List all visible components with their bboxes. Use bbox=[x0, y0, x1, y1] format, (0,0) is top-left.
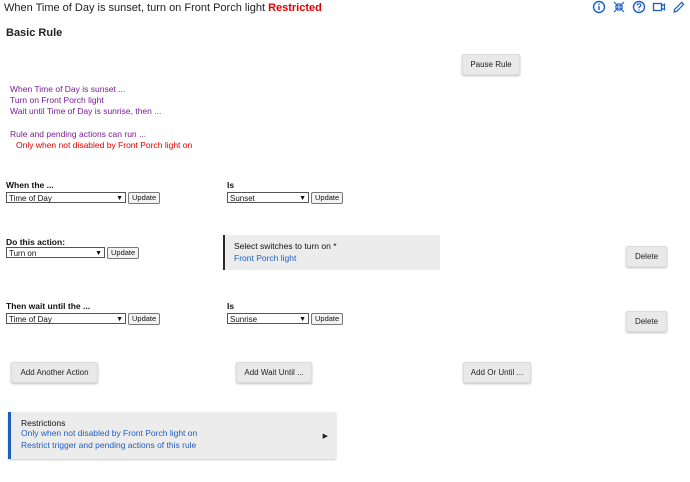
wait-is-value: Sunrise bbox=[230, 315, 258, 324]
add-or-until-button[interactable]: Add Or Until ... bbox=[463, 362, 531, 383]
wait-update-button[interactable]: Update bbox=[128, 313, 161, 325]
edit-icon[interactable] bbox=[672, 0, 686, 14]
wait-select[interactable]: Time of Day ▼ bbox=[6, 313, 126, 324]
restrictions-title: Restrictions bbox=[21, 418, 66, 428]
action-select[interactable]: Turn on ▼ bbox=[6, 247, 105, 258]
trigger-select-value: Time of Day bbox=[9, 194, 52, 203]
trigger-is-label: Is bbox=[227, 180, 235, 190]
video-icon[interactable] bbox=[652, 0, 666, 14]
delete-wait-button[interactable]: Delete bbox=[626, 311, 667, 332]
info-icon[interactable] bbox=[592, 0, 606, 14]
chevron-down-icon: ▼ bbox=[95, 250, 102, 257]
action-label: Do this action: bbox=[6, 237, 66, 247]
switch-selector-title: Select switches to turn on * bbox=[234, 241, 337, 251]
delete-action-button[interactable]: Delete bbox=[626, 246, 667, 267]
wait-is-update-button[interactable]: Update bbox=[311, 313, 344, 325]
chevron-down-icon: ▼ bbox=[116, 316, 123, 323]
pause-rule-button[interactable]: Pause Rule bbox=[462, 54, 520, 75]
restriction-line: Restrict trigger and pending actions of … bbox=[21, 439, 197, 450]
collapse-icon[interactable] bbox=[612, 0, 626, 14]
restrictions-panel[interactable]: Restrictions Only when not disabled by F… bbox=[8, 412, 336, 459]
trigger-is-value: Sunset bbox=[230, 194, 255, 203]
wait-label: Then wait until the ... bbox=[6, 301, 91, 311]
action-update-button[interactable]: Update bbox=[107, 247, 140, 259]
trigger-label: When the ... bbox=[6, 180, 54, 190]
summary-line: Rule and pending actions can run ... bbox=[10, 128, 147, 139]
add-wait-until-button[interactable]: Add Wait Until ... bbox=[236, 362, 312, 383]
chevron-down-icon: ▼ bbox=[299, 195, 306, 202]
wait-select-value: Time of Day bbox=[9, 315, 52, 324]
add-another-action-button[interactable]: Add Another Action bbox=[11, 362, 98, 383]
chevron-right-icon: ▶ bbox=[322, 433, 328, 440]
trigger-is-update-button[interactable]: Update bbox=[311, 192, 344, 204]
summary-restriction: Only when not disabled by Front Porch li… bbox=[16, 139, 193, 150]
summary-line: Wait until Time of Day is sunrise, then … bbox=[10, 106, 162, 117]
switch-selector[interactable]: Select switches to turn on * Front Porch… bbox=[223, 235, 440, 270]
toolbar-icons bbox=[592, 0, 686, 14]
rule-type-heading: Basic Rule bbox=[6, 27, 63, 39]
rule-title: When Time of Day is sunset, turn on Fron… bbox=[4, 2, 266, 14]
summary-line: When Time of Day is sunset ... bbox=[10, 84, 126, 94]
chevron-down-icon: ▼ bbox=[299, 316, 306, 323]
trigger-update-button[interactable]: Update bbox=[128, 192, 161, 204]
action-select-value: Turn on bbox=[9, 249, 37, 258]
rule-summary: When Time of Day is sunset ... Turn on F… bbox=[10, 84, 192, 151]
page-title: When Time of Day is sunset, turn on Fron… bbox=[4, 2, 322, 14]
wait-is-label: Is bbox=[227, 301, 235, 311]
trigger-select[interactable]: Time of Day ▼ bbox=[6, 192, 126, 203]
chevron-down-icon: ▼ bbox=[116, 195, 123, 202]
summary-line: Turn on Front Porch light bbox=[10, 95, 104, 106]
switch-selector-value[interactable]: Front Porch light bbox=[234, 253, 431, 263]
help-icon[interactable] bbox=[632, 0, 646, 14]
wait-is-select[interactable]: Sunrise ▼ bbox=[227, 313, 309, 324]
trigger-is-select[interactable]: Sunset ▼ bbox=[227, 192, 309, 203]
restricted-badge: Restricted bbox=[268, 2, 322, 14]
restriction-line: Only when not disabled by Front Porch li… bbox=[21, 428, 198, 438]
